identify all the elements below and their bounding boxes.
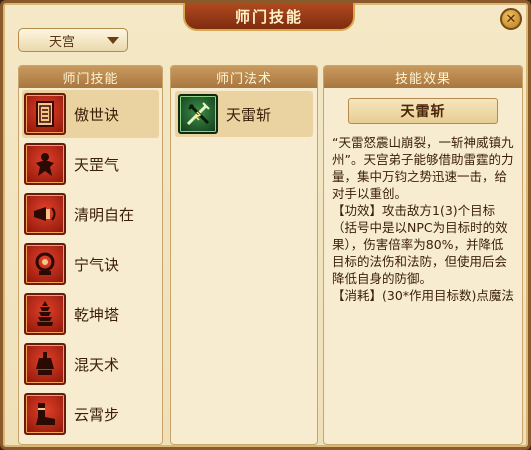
scroll-icon [24, 93, 66, 135]
effect-spell-name: 天雷斩 [348, 98, 498, 124]
horn-icon [24, 193, 66, 235]
skill-item-yunxiaobu[interactable]: 云霄步 [22, 390, 159, 438]
effect-panel: 技能效果 天雷斩 “天雷怒震山崩裂，一斩神威镇九州”。天宫弟子能够借助雷霆的力量… [323, 65, 523, 445]
school-dropdown-value: 天宫 [49, 34, 76, 50]
skills-panel: 师门技能 傲世诀 天罡气 清明自在 宁气诀 乾坤塔 混天术 云霄步 [18, 65, 163, 445]
skill-label: 乾坤塔 [74, 305, 120, 324]
chevron-down-icon [107, 37, 119, 44]
warrior-icon [24, 143, 66, 185]
spells-panel: 师门法术 天雷斩 [170, 65, 318, 445]
pagoda-icon [24, 293, 66, 335]
skill-label: 天罡气 [74, 155, 120, 174]
skill-window: 师门技能 ✕ 天宫 师门技能 傲世诀 天罡气 清明自在 宁气诀 乾坤塔 混天术 … [0, 0, 531, 450]
thunder-sword-icon [178, 94, 218, 134]
spell-label: 天雷斩 [226, 105, 272, 124]
skill-label: 清明自在 [74, 205, 135, 224]
spells-panel-header: 师门法术 [171, 66, 317, 88]
vessel-icon [24, 343, 66, 385]
skills-panel-header: 师门技能 [19, 66, 162, 88]
close-button[interactable]: ✕ [500, 8, 522, 30]
skill-item-qiankunta[interactable]: 乾坤塔 [22, 290, 159, 338]
skill-item-huntianshu[interactable]: 混天术 [22, 340, 159, 388]
skill-item-ningqijue[interactable]: 宁气诀 [22, 240, 159, 288]
school-dropdown[interactable]: 天宫 [18, 28, 128, 52]
skill-label: 傲世诀 [74, 105, 120, 124]
skill-label: 宁气诀 [74, 255, 120, 274]
skill-item-tiangangqi[interactable]: 天罡气 [22, 140, 159, 188]
spell-item-tianleizhan[interactable]: 天雷斩 [175, 91, 313, 137]
skill-item-aoshijue[interactable]: 傲世诀 [22, 90, 159, 138]
orb-icon [24, 243, 66, 285]
skill-item-qingmingzizai[interactable]: 清明自在 [22, 190, 159, 238]
close-icon: ✕ [505, 11, 517, 27]
window-title: 师门技能 [183, 3, 355, 31]
skill-label: 云霄步 [74, 405, 120, 424]
skill-label: 混天术 [74, 355, 120, 374]
boot-icon [24, 393, 66, 435]
effect-panel-header: 技能效果 [324, 66, 522, 88]
effect-description: “天雷怒震山崩裂，一斩神威镇九州”。天宫弟子能够借助雷霆的力量，集中万钧之势迅速… [332, 135, 514, 303]
